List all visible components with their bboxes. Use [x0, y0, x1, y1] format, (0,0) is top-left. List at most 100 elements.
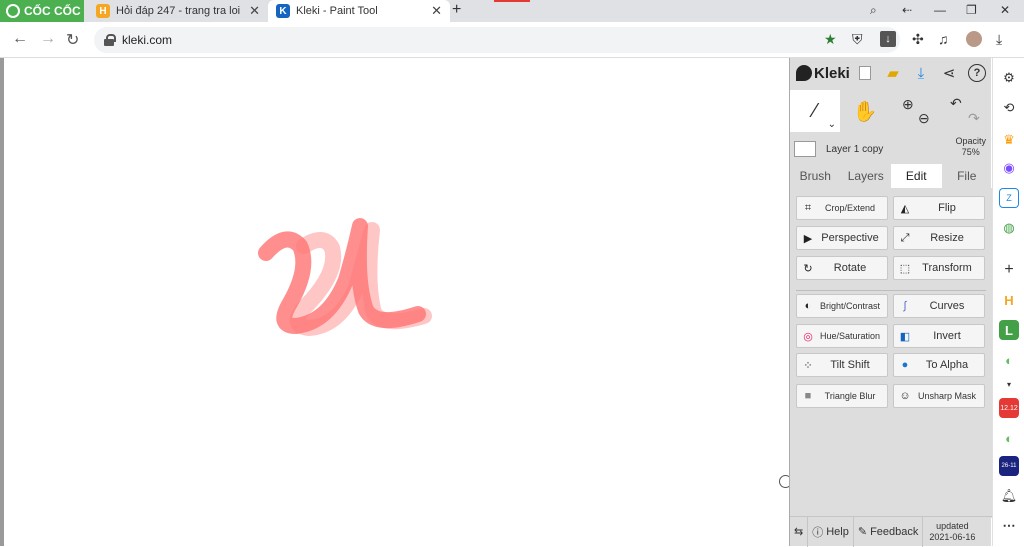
bright-contrast-button[interactable]: ◐ Bright/Contrast	[796, 294, 888, 318]
settings-icon[interactable]: ⚙	[999, 68, 1019, 88]
bell-icon[interactable]: 🔔︎	[999, 486, 1019, 506]
triangle-blur-button[interactable]: ■ Triangle Blur	[796, 384, 888, 408]
extensions-icon[interactable]: ✣	[912, 31, 924, 48]
coccoc-logo-icon	[6, 4, 20, 18]
updated-info: updated 2021-06-16	[929, 520, 976, 542]
transform-button[interactable]: ⬚ Transform	[893, 256, 985, 280]
tilt-shift-button[interactable]: ⁘ Tilt Shift	[796, 353, 888, 377]
share-icon[interactable]: ⋖	[940, 64, 958, 82]
open-folder-icon[interactable]: ▰	[884, 64, 902, 82]
tab-hoidap[interactable]: H Hỏi đáp 247 - trang tra loi ✕	[88, 0, 268, 22]
shield-icon[interactable]: ⛨	[852, 31, 863, 48]
add-icon[interactable]: +	[999, 260, 1019, 280]
kleki-logo: Kleki	[796, 65, 850, 82]
help-icon[interactable]: ?	[968, 64, 986, 82]
close-tab-icon[interactable]: ✕	[431, 3, 442, 19]
crop-extend-button[interactable]: ⌗ Crop/Extend	[796, 196, 888, 220]
hand-tool[interactable]: ✋	[840, 90, 890, 132]
downloads-icon[interactable]: ⤓	[996, 31, 1002, 48]
more-icon[interactable]: ⋯	[999, 516, 1019, 536]
panel-footer: ⇆ ⓘ Help ✎ Feedback updated 2021-06-16	[790, 516, 992, 547]
hoidap-icon[interactable]: H	[999, 290, 1019, 310]
perspective-button[interactable]: ▶ Perspective	[796, 226, 888, 250]
rotate-icon: ↻	[803, 262, 813, 275]
rotate-button[interactable]: ↻ Rotate	[796, 256, 888, 280]
curves-button[interactable]: ∫ Curves	[893, 294, 985, 318]
browser-sidebar: ⚙ ⟲ ♛ ◉ Z ◍ + H L ◐ ▾ 12.12 ◐ 26-11 🔔︎ ⋯	[992, 58, 1024, 546]
close-tab-icon[interactable]: ✕	[249, 3, 260, 19]
brightness-icon: ◐	[804, 300, 812, 312]
messenger-icon[interactable]: ◉	[999, 158, 1019, 178]
minimize-button[interactable]: —	[934, 3, 946, 17]
brush-icon: ⁄	[813, 99, 817, 122]
tab-search-icon[interactable]: ⌕	[870, 3, 877, 18]
download-box-icon[interactable]: ↓	[880, 31, 896, 47]
opacity-value: 75%	[961, 147, 980, 157]
kleki-logo-icon	[796, 65, 812, 81]
curves-icon: ∫	[903, 300, 907, 312]
drawing-canvas[interactable]	[0, 58, 792, 546]
star-icon[interactable]: ★	[824, 31, 837, 48]
tab-edit[interactable]: Edit	[891, 164, 942, 188]
feedback-link[interactable]: ✎ Feedback	[854, 516, 924, 547]
close-window-button[interactable]: ✕	[1000, 3, 1010, 17]
back-icon[interactable]: ←	[12, 30, 28, 48]
tab-kleki[interactable]: K Kleki - Paint Tool ✕	[268, 0, 450, 22]
game-icon[interactable]: ◍	[999, 218, 1019, 238]
to-alpha-button[interactable]: ● To Alpha	[893, 353, 985, 377]
address-bar[interactable]: kleki.com	[94, 27, 900, 53]
divider	[796, 290, 986, 291]
avatar[interactable]	[966, 31, 982, 47]
restore-button[interactable]: ❐	[966, 3, 977, 17]
tab-strip: CỐC CỐC H Hỏi đáp 247 - trang tra loi ✕ …	[0, 0, 1024, 22]
unsharp-mask-button[interactable]: ☺ Unsharp Mask	[893, 384, 985, 408]
edit-panel: ⌗ Crop/Extend ◭ Flip ▶ Perspective ⤢ Resize …	[790, 188, 992, 518]
swap-sides-icon[interactable]: ⇆	[790, 516, 809, 547]
tab-brush[interactable]: Brush	[790, 164, 841, 188]
back-arrow-icon[interactable]: ⇠	[902, 3, 912, 17]
to-alpha-icon: ●	[901, 359, 909, 371]
history-icon[interactable]: ⟲	[999, 98, 1019, 118]
new-tab-button[interactable]: +	[452, 1, 461, 19]
layer-info[interactable]: Layer 1 copy Opacity 75%	[790, 136, 992, 162]
coccoc-icon[interactable]: ◐	[999, 350, 1019, 370]
opacity-readout: Opacity 75%	[955, 136, 986, 158]
tab-layers[interactable]: Layers	[841, 164, 892, 188]
undo-icon[interactable]: ↶	[950, 95, 962, 112]
crown-icon[interactable]: ♛	[999, 130, 1019, 150]
panel-tabs: Brush Layers Edit File	[790, 164, 992, 188]
calendar-1212-icon[interactable]: 12.12	[999, 398, 1019, 418]
coccoc-notify-icon[interactable]: ◐	[999, 428, 1019, 448]
tab-file[interactable]: File	[942, 164, 993, 188]
reload-icon[interactable]: ↻	[66, 30, 79, 50]
hue-saturation-button[interactable]: ◎ Hue/Saturation	[796, 324, 888, 348]
zoom-tool[interactable]: ⊕ ⊖	[890, 90, 940, 132]
flip-icon: ◭	[900, 202, 910, 215]
zoom-in-icon[interactable]: ⊕	[902, 96, 914, 113]
zalo-icon[interactable]: Z	[999, 188, 1019, 208]
coccoc-menu-button[interactable]: CỐC CỐC	[0, 0, 84, 22]
media-icon[interactable]: ♫	[938, 31, 949, 47]
help-link[interactable]: ⓘ Help	[808, 516, 854, 547]
resize-button[interactable]: ⤢ Resize	[893, 226, 985, 250]
new-image-icon[interactable]	[856, 64, 874, 82]
forward-icon[interactable]: →	[40, 30, 56, 48]
invert-icon: ◧	[899, 330, 911, 343]
brush-tool[interactable]: ⁄ ⌄	[790, 90, 840, 132]
flip-button[interactable]: ◭ Flip	[893, 196, 985, 220]
tab-title: Hỏi đáp 247 - trang tra loi	[116, 5, 241, 17]
chevron-down-icon[interactable]: ▾	[999, 374, 1019, 394]
hoidap-favicon-icon: H	[96, 4, 110, 18]
hand-icon: ✋	[852, 100, 878, 123]
invert-button[interactable]: ◧ Invert	[893, 324, 985, 348]
zoom-out-icon[interactable]: ⊖	[918, 110, 930, 127]
save-download-icon[interactable]: ⤓	[912, 64, 930, 82]
kleki-logo-text: Kleki	[814, 64, 850, 82]
url-text: kleki.com	[122, 33, 173, 47]
toolbar: ← → ↻ kleki.com ★ ⛨ ↓ ✣ ♫ ⤓	[0, 22, 1024, 58]
history-tool[interactable]: ↶ ↷	[940, 90, 990, 132]
chevron-down-icon[interactable]: ⌄	[828, 119, 836, 130]
calendar-2611-icon[interactable]: 26-11	[999, 456, 1019, 476]
redo-icon[interactable]: ↷	[968, 110, 980, 127]
l-app-icon[interactable]: L	[999, 320, 1019, 340]
